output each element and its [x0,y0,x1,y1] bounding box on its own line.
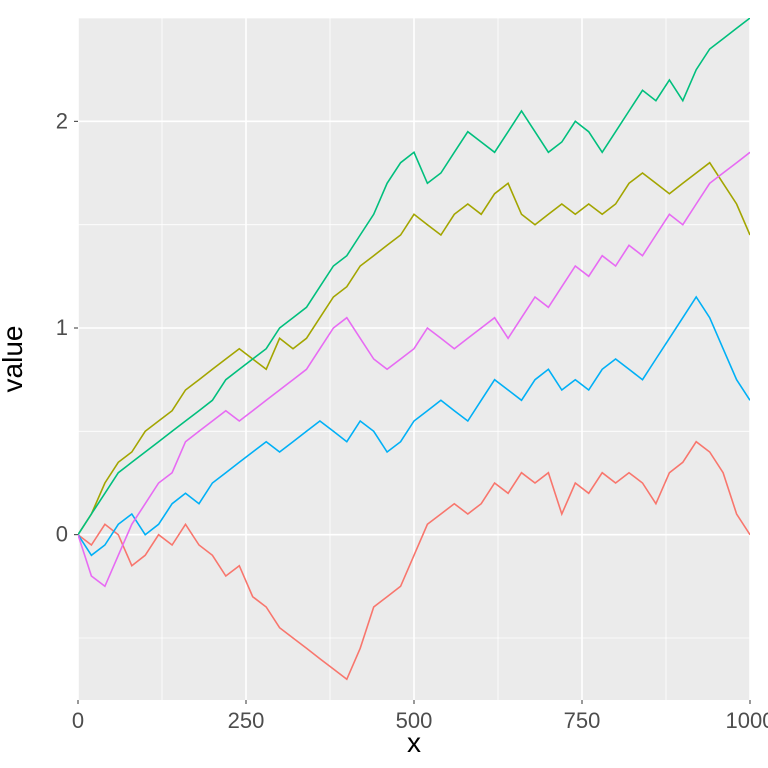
x-tick-label: 1000 [726,708,768,733]
y-axis-title: value [0,326,28,393]
chart-svg: 02505007501000012xvalue [0,0,768,768]
x-tick-label: 0 [72,708,84,733]
line-chart: 02505007501000012xvalue [0,0,768,768]
x-tick-label: 250 [228,708,265,733]
x-tick-label: 750 [564,708,601,733]
y-tick-label: 0 [56,522,68,547]
x-axis-title: x [407,727,421,758]
y-tick-label: 1 [56,315,68,340]
y-tick-label: 2 [56,108,68,133]
